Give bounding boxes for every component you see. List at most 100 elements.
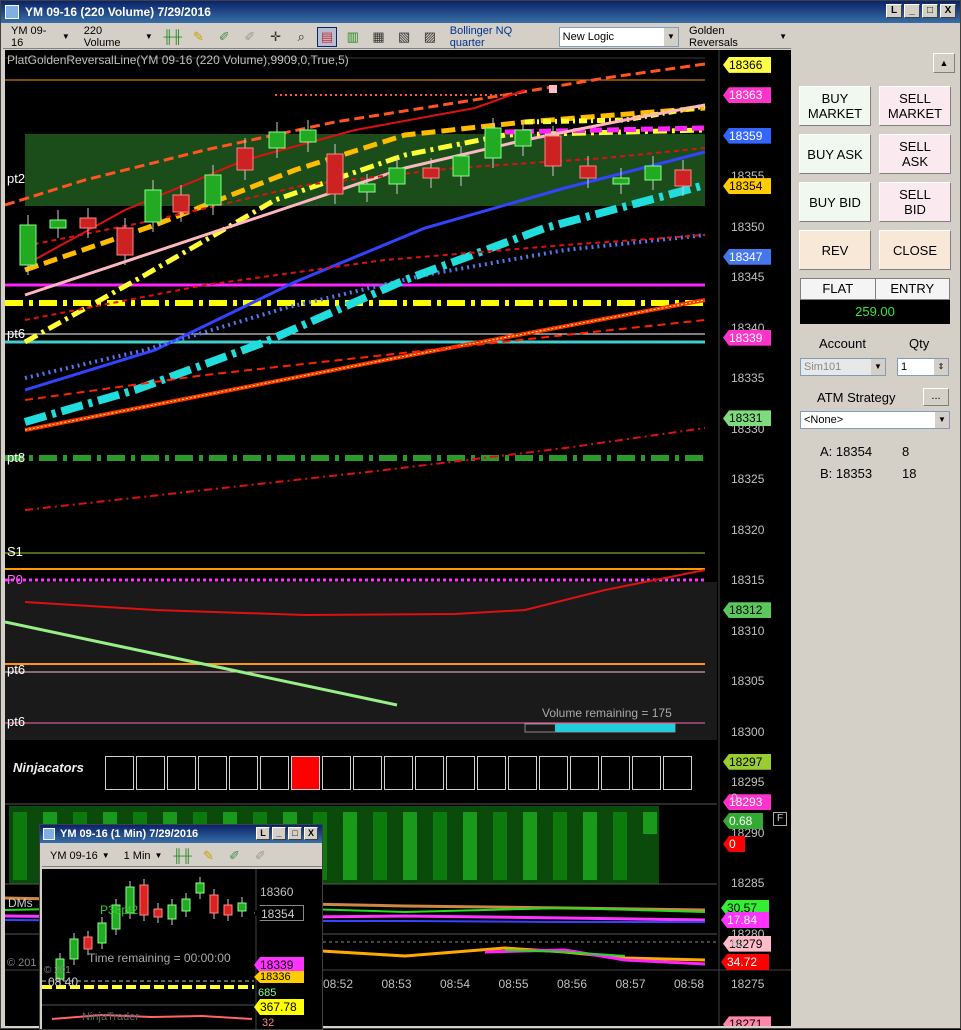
osc-bar <box>613 812 627 880</box>
price-tick: 18305 <box>731 674 765 688</box>
app-icon <box>43 828 55 840</box>
osc-bar <box>643 812 657 834</box>
buy-ask-button[interactable]: BUY ASK <box>799 134 871 174</box>
mini-titlebar[interactable]: YM 09-16 (1 Min) 7/29/2016 L _ □ X <box>40 825 322 843</box>
bar-style-icon[interactable]: ╫╫ <box>163 27 183 47</box>
scroll-up-button[interactable]: ▲ <box>933 53 955 73</box>
account-select[interactable]: Sim101 ▼ <box>800 358 886 376</box>
price-label: 18359 <box>723 127 771 144</box>
mini-time-tick: 08:40 <box>48 975 79 989</box>
draw-tool-icon[interactable]: ✐ <box>224 846 244 866</box>
volume-bar-fill <box>555 724 675 732</box>
osc-bar <box>373 812 387 880</box>
price-tick: 18300 <box>731 724 765 739</box>
interval-selector[interactable]: 220 Volume ▼ <box>80 24 157 49</box>
price-label: 18354 <box>723 178 771 195</box>
instrument-selector[interactable]: YM 09-16 ▼ <box>7 25 74 49</box>
properties-icon[interactable]: ▨ <box>420 27 440 47</box>
mini-candle <box>181 898 191 912</box>
mini-candle <box>237 902 247 912</box>
rev-button[interactable]: REV <box>799 230 871 270</box>
crosshair-icon[interactable]: ✛ <box>266 27 286 47</box>
close-button[interactable]: X <box>940 4 956 18</box>
draw-tool-icon[interactable]: ✐ <box>214 27 234 47</box>
mini-chart[interactable]: 18360 18354 18339 18336 367.78 685 32 P3… <box>42 869 322 1029</box>
price-tick: 18345 <box>731 270 765 284</box>
chevron-down-icon: ▼ <box>779 32 787 41</box>
price-label: 18297 <box>723 753 771 770</box>
qty-stepper[interactable]: 1 ⇕ <box>897 358 949 376</box>
dm-orange-2 <box>304 946 706 962</box>
close-button[interactable]: X <box>304 827 318 840</box>
mini-title: YM 09-16 (1 Min) 7/29/2016 <box>60 828 199 840</box>
mini-label-18336: 18336 <box>254 971 304 983</box>
eraser-icon[interactable]: ✐ <box>240 27 260 47</box>
link-button[interactable]: L <box>256 827 270 840</box>
mini-candle-series <box>55 877 247 985</box>
mini-chart-window[interactable]: YM 09-16 (1 Min) 7/29/2016 L _ □ X YM 09… <box>39 824 323 1030</box>
buy-bid-button[interactable]: BUY BID <box>799 182 871 222</box>
logic-select[interactable]: New Logic ▼ <box>558 26 680 47</box>
price-label: 18331 <box>723 410 771 427</box>
minimize-button[interactable]: _ <box>904 4 920 18</box>
minimize-button[interactable]: _ <box>272 827 286 840</box>
atm-config-button[interactable]: ... <box>923 388 949 406</box>
maximize-button[interactable]: □ <box>288 827 302 840</box>
link-button[interactable]: L <box>886 4 902 18</box>
f-box[interactable]: F <box>773 812 787 826</box>
maximize-button[interactable]: □ <box>922 4 938 18</box>
price-tick: 18320 <box>731 522 765 537</box>
mini-interval-selector[interactable]: 1 Min ▼ <box>120 846 167 866</box>
osc-bar <box>583 812 597 880</box>
signal-box <box>663 756 692 790</box>
pencil-icon[interactable]: ✎ <box>189 27 209 47</box>
buy-market-button[interactable]: BUY MARKET <box>799 86 871 126</box>
signal-box <box>136 756 165 790</box>
mini-ninja-logo: NinjaTrader <box>82 1011 140 1023</box>
strategies-icon[interactable]: ▥ <box>343 27 363 47</box>
indicators-icon[interactable]: ▤ <box>317 26 337 47</box>
price-tick: 18295 <box>731 775 765 789</box>
pivot-s1: S1 <box>7 544 23 559</box>
zoom-icon[interactable]: ⌕ <box>291 27 311 47</box>
mini-label-367: 367.78 <box>254 999 304 1015</box>
price-label: 18347 <box>723 248 771 265</box>
osc-bar <box>403 812 417 880</box>
window-titlebar[interactable]: YM 09-16 (220 Volume) 7/29/2016 L _ □ X <box>1 1 960 23</box>
template-selector[interactable]: Golden Reversals ▼ <box>685 25 791 49</box>
price-tick: 18275 <box>731 977 765 991</box>
close-button[interactable]: CLOSE <box>879 230 951 270</box>
atm-label: ATM Strategy <box>817 390 896 405</box>
candle <box>326 153 344 195</box>
mini-pivot-label: P38pt2 <box>100 903 139 917</box>
osc-zero-tick: 0 <box>731 791 738 805</box>
chart-props-icon[interactable]: ▦ <box>369 27 389 47</box>
data-box-icon[interactable]: ▧ <box>394 27 414 47</box>
atm-value: <None> <box>804 414 844 426</box>
candle <box>544 135 562 167</box>
signal-box <box>198 756 227 790</box>
position-entry-label: ENTRY <box>874 279 950 299</box>
mini-interval: 1 Min <box>123 849 151 862</box>
signal-box <box>384 756 413 790</box>
candle <box>452 155 470 177</box>
sell-market-button[interactable]: SELL MARKET <box>879 86 951 126</box>
candle <box>144 189 162 223</box>
sell-bid-button[interactable]: SELL BID <box>879 182 951 222</box>
bar-style-icon[interactable]: ╫╫ <box>172 846 192 866</box>
signal-box <box>229 756 258 790</box>
pencil-icon[interactable]: ✎ <box>198 846 218 866</box>
atm-select[interactable]: <None> ▼ <box>800 411 950 429</box>
pivot-pt6-b: pt6 <box>7 662 26 677</box>
bid-row: B: 18353 18 <box>820 466 916 481</box>
dm-magenta-2 <box>484 948 706 966</box>
eraser-icon[interactable]: ✐ <box>250 846 270 866</box>
mini-instrument-selector[interactable]: YM 09-16 ▼ <box>46 846 114 866</box>
bid-size: 18 <box>902 466 917 481</box>
sell-ask-button[interactable]: SELL ASK <box>879 134 951 174</box>
strategy-link[interactable]: Bollinger NQ quarter <box>446 25 553 49</box>
candle <box>388 167 406 185</box>
interval-label: 220 Volume <box>83 24 121 49</box>
mini-candle <box>209 894 219 914</box>
osc-bar <box>463 812 477 880</box>
